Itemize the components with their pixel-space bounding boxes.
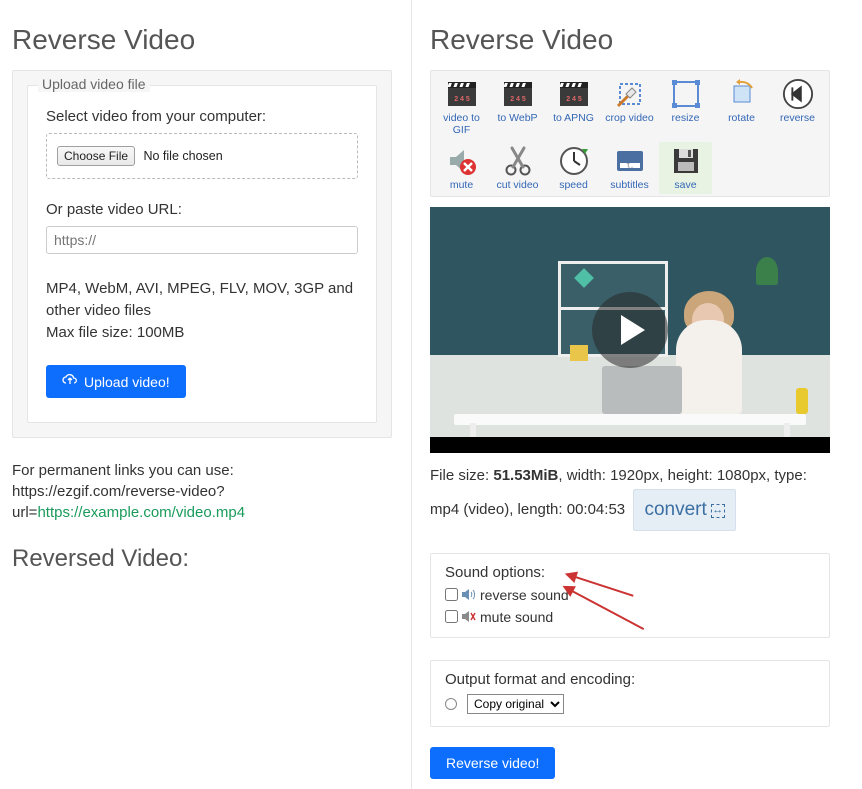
tool-reverse[interactable]: reverse: [771, 75, 824, 139]
convert-button[interactable]: convert↔: [633, 489, 735, 531]
video-preview[interactable]: [430, 207, 830, 453]
reverse-sound-checkbox[interactable]: [445, 588, 458, 601]
file-chosen-status: No file chosen: [143, 149, 222, 163]
video-url-input[interactable]: [46, 226, 358, 254]
convert-icon: ↔: [711, 504, 725, 518]
rotate-icon: [726, 78, 758, 110]
reverse-sound-option[interactable]: reverse sound: [445, 587, 815, 603]
play-icon[interactable]: [592, 292, 668, 368]
upload-panel: Upload video file Select video from your…: [12, 70, 392, 438]
resize-icon: [670, 78, 702, 110]
speaker-icon: [462, 587, 476, 603]
svg-text:2 4 5: 2 4 5: [454, 96, 470, 103]
tools-toolbar: 2 4 5video to GIF2 4 5to WebP2 4 5to APN…: [430, 70, 830, 197]
sound-options-box: Sound options: reverse sound mute sound: [430, 553, 830, 638]
reversed-video-heading: Reversed Video:: [12, 545, 392, 573]
clapper-icon: 2 4 5: [446, 78, 478, 110]
mute-icon: [446, 145, 478, 177]
output-options-heading: Output format and encoding:: [445, 671, 815, 688]
file-size-value: 51.53MiB: [493, 467, 558, 484]
permalink-hint: For permanent links you can use: https:/…: [12, 460, 392, 523]
tool-resize[interactable]: resize: [659, 75, 712, 139]
upload-fieldset: Upload video file Select video from your…: [27, 85, 377, 423]
svg-text:2 4 5: 2 4 5: [510, 96, 526, 103]
upload-legend: Upload video file: [38, 76, 150, 92]
select-video-label: Select video from your computer:: [46, 108, 358, 125]
svg-text:2 4 5: 2 4 5: [566, 96, 582, 103]
mute-sound-checkbox[interactable]: [445, 610, 458, 623]
reverse-icon: [782, 78, 814, 110]
page-title-left: Reverse Video: [12, 24, 392, 56]
file-drop-zone[interactable]: Choose File No file chosen: [46, 133, 358, 179]
url-label: Or paste video URL:: [46, 201, 358, 218]
clapper-icon: 2 4 5: [502, 78, 534, 110]
tool-video-to-GIF[interactable]: 2 4 5video to GIF: [435, 75, 488, 139]
cloud-upload-icon: [62, 373, 78, 390]
choose-file-button[interactable]: Choose File: [57, 146, 135, 166]
subtitles-icon: T...: [614, 145, 646, 177]
tool-save[interactable]: save: [659, 142, 712, 194]
reverse-video-button[interactable]: Reverse video!: [430, 747, 555, 779]
tool-to-APNG[interactable]: 2 4 5to APNG: [547, 75, 600, 139]
speaker-mute-icon: [462, 609, 476, 625]
tool-mute[interactable]: mute: [435, 142, 488, 194]
tool-rotate[interactable]: rotate: [715, 75, 768, 139]
tool-to-WebP[interactable]: 2 4 5to WebP: [491, 75, 544, 139]
svg-text:T...: T...: [626, 164, 633, 170]
clapper-icon: 2 4 5: [558, 78, 590, 110]
output-format-select[interactable]: Copy original: [467, 694, 564, 714]
save-icon: [670, 145, 702, 177]
tool-speed[interactable]: speed: [547, 142, 600, 194]
tool-subtitles[interactable]: T...subtitles: [603, 142, 656, 194]
supported-formats: MP4, WebM, AVI, MPEG, FLV, MOV, 3GP and …: [46, 278, 358, 343]
tool-crop-video[interactable]: crop video: [603, 75, 656, 139]
upload-video-button[interactable]: Upload video!: [46, 365, 186, 398]
permalink-example-link[interactable]: https://example.com/video.mp4: [37, 504, 245, 521]
output-radio[interactable]: [445, 698, 457, 710]
tool-cut-video[interactable]: cut video: [491, 142, 544, 194]
sound-options-heading: Sound options:: [445, 564, 815, 581]
cut-icon: [502, 145, 534, 177]
mute-sound-option[interactable]: mute sound: [445, 609, 815, 625]
output-options-box: Output format and encoding: Copy origina…: [430, 660, 830, 727]
page-title-right: Reverse Video: [430, 24, 830, 56]
crop-icon: [614, 78, 646, 110]
video-metadata: File size: 51.53MiB, width: 1920px, heig…: [430, 463, 830, 531]
speed-icon: [558, 145, 590, 177]
